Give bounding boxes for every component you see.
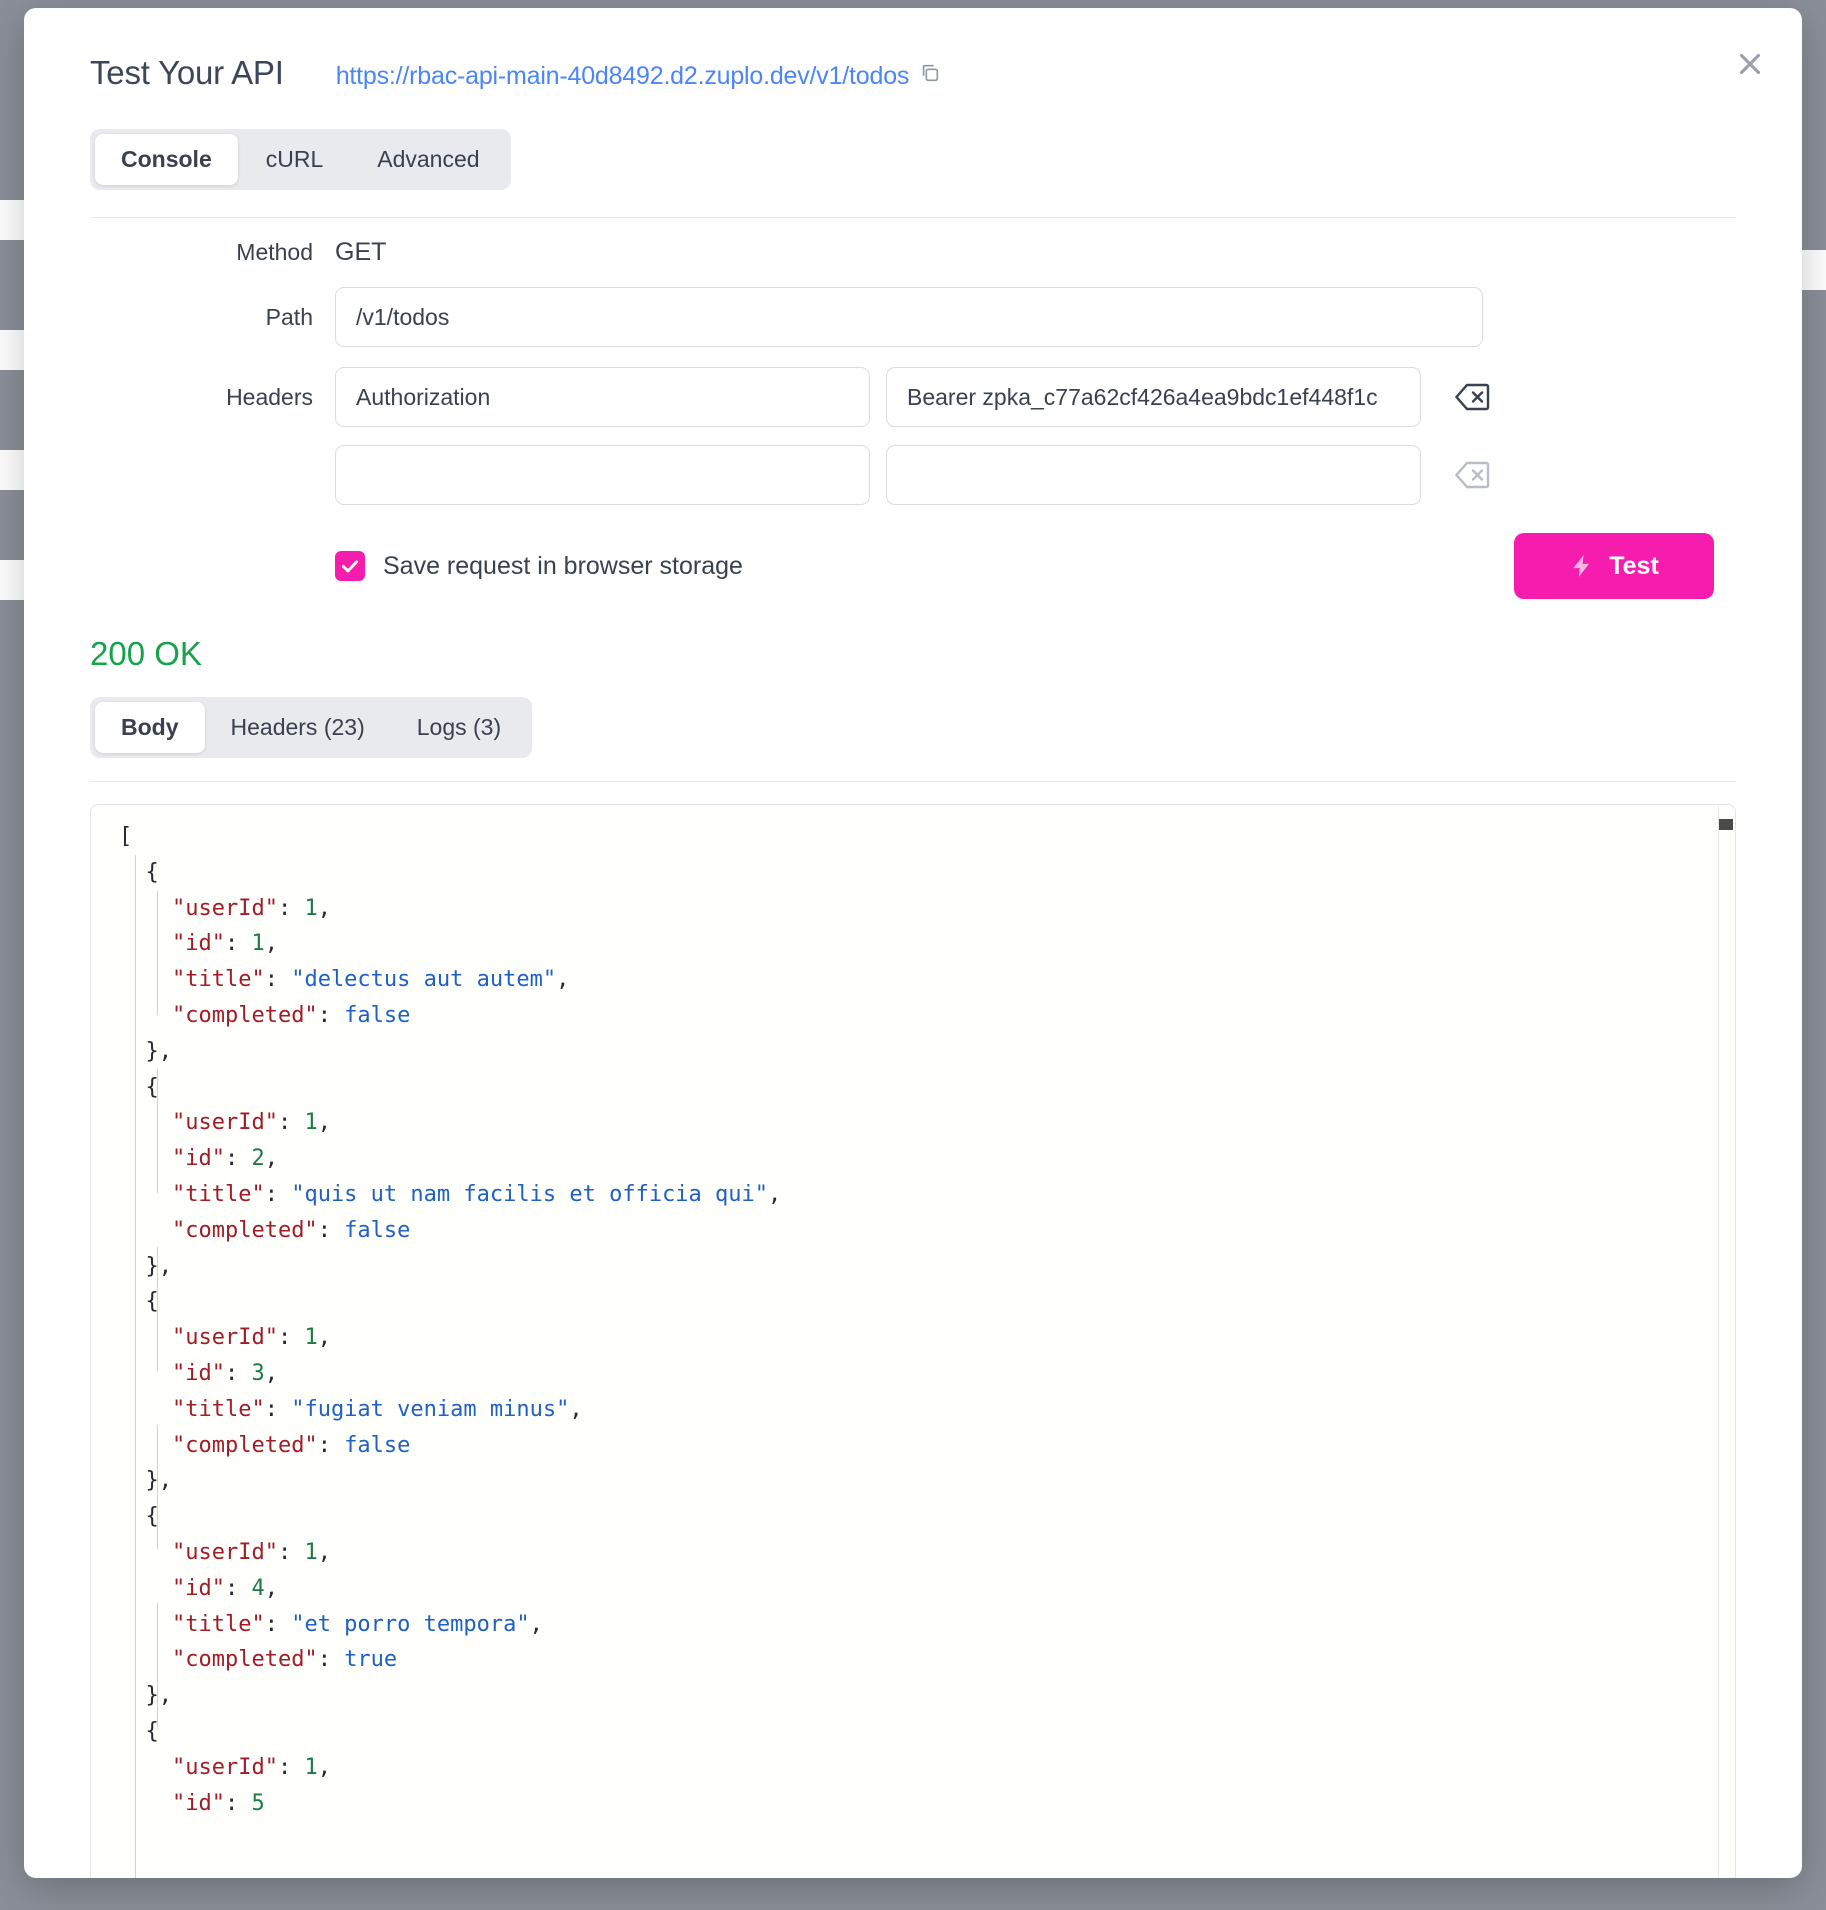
indent-guide [157, 1425, 158, 1549]
indent-guide [157, 891, 158, 1015]
path-input[interactable] [335, 287, 1483, 347]
code-scrollbar-track[interactable] [1718, 806, 1734, 1878]
copy-icon[interactable] [919, 62, 941, 91]
tab-advanced[interactable]: Advanced [351, 134, 505, 185]
json-body: [ { "userId": 1, "id": 1, "title": "dele… [91, 805, 1735, 1821]
delete-header-button-1[interactable] [1447, 382, 1499, 412]
background-page-strip [0, 200, 24, 240]
indent-guide [157, 1603, 158, 1727]
header-row-1: Headers [90, 367, 1736, 427]
indent-guide [157, 1247, 158, 1371]
method-row: Method GET [90, 238, 1736, 267]
header-row-2 [90, 445, 1736, 505]
api-url-text: https://rbac-api-main-40d8492.d2.zuplo.d… [336, 62, 910, 91]
modal-header: Test Your API https://rbac-api-main-40d8… [60, 8, 1766, 92]
response-divider [90, 781, 1736, 782]
backspace-delete-icon [1455, 382, 1491, 412]
headers-label: Headers [90, 384, 335, 411]
background-page-strip [0, 560, 24, 600]
header-value-input-2[interactable] [886, 445, 1421, 505]
indent-guide [157, 1069, 158, 1193]
header-key-input-1[interactable] [335, 367, 870, 427]
lightning-bolt-icon [1569, 553, 1595, 579]
header-divider [90, 217, 1736, 218]
request-form: Method GET Path Headers [60, 238, 1766, 599]
method-label: Method [90, 239, 335, 266]
check-icon [340, 556, 360, 576]
test-button-label: Test [1609, 552, 1659, 581]
api-url-link[interactable]: https://rbac-api-main-40d8492.d2.zuplo.d… [336, 62, 942, 91]
delete-header-button-2[interactable] [1447, 460, 1499, 490]
request-tabbar: Console cURL Advanced [90, 129, 511, 190]
save-request-checkbox[interactable] [335, 551, 365, 581]
code-scrollbar-thumb[interactable] [1719, 819, 1733, 830]
save-request-label: Save request in browser storage [383, 552, 743, 581]
tab-console[interactable]: Console [95, 134, 238, 185]
tab-curl[interactable]: cURL [240, 134, 350, 185]
response-tabbar: Body Headers (23) Logs (3) [90, 697, 532, 758]
save-and-test-row: Save request in browser storage Test [90, 533, 1736, 599]
response-body-viewer[interactable]: [ { "userId": 1, "id": 1, "title": "dele… [90, 804, 1736, 1878]
method-value: GET [335, 238, 386, 267]
background-page-strip [0, 450, 24, 490]
path-label: Path [90, 304, 335, 331]
indent-guide [135, 855, 136, 1878]
test-button[interactable]: Test [1514, 533, 1714, 599]
tab-headers[interactable]: Headers (23) [205, 702, 391, 753]
status-badge: 200 OK [90, 635, 1766, 673]
test-api-modal: Test Your API https://rbac-api-main-40d8… [24, 8, 1802, 1878]
page-title: Test Your API [90, 54, 284, 92]
background-page-strip [0, 330, 24, 370]
header-key-input-2[interactable] [335, 445, 870, 505]
header-value-input-1[interactable] [886, 367, 1421, 427]
close-icon [1733, 47, 1767, 81]
path-row: Path [90, 287, 1736, 347]
close-button[interactable] [1724, 38, 1776, 90]
tab-logs[interactable]: Logs (3) [391, 702, 527, 753]
tab-body[interactable]: Body [95, 702, 205, 753]
backspace-delete-icon [1455, 460, 1491, 490]
